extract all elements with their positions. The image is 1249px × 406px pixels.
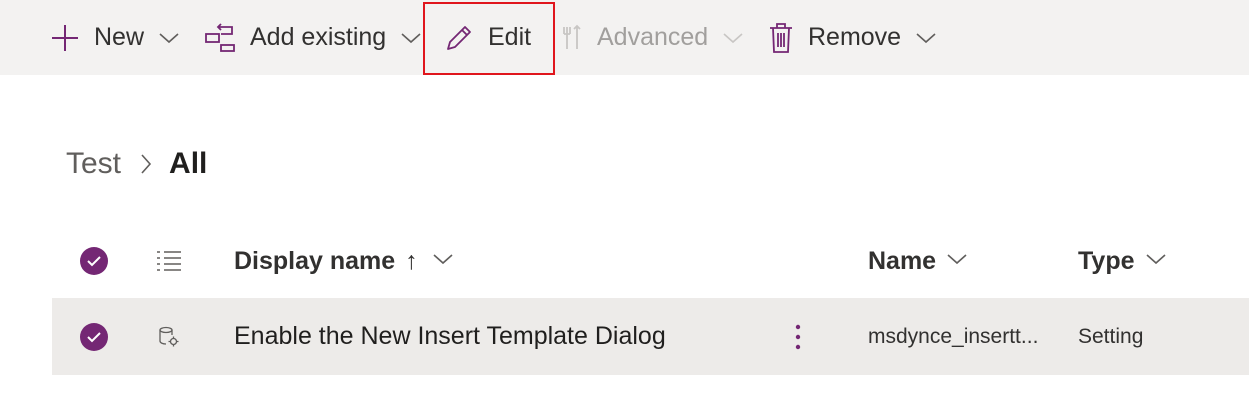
command-bar: New Add existing Edit Advanced Remove	[0, 0, 1249, 75]
new-button[interactable]: New	[50, 0, 180, 75]
chevron-down-icon[interactable]	[915, 31, 937, 45]
setting-icon	[158, 298, 180, 375]
display-name-header-label: Display name	[234, 246, 396, 275]
advanced-button[interactable]: Advanced	[561, 0, 744, 75]
add-existing-icon	[204, 22, 236, 53]
remove-button-label: Remove	[808, 23, 902, 51]
column-header-name[interactable]: Name	[868, 232, 968, 290]
row-more-actions-button[interactable]	[794, 298, 802, 375]
row-name-text: msdynce_insertt...	[868, 324, 1039, 348]
row-type-text: Setting	[1078, 324, 1144, 348]
more-vertical-icon	[795, 324, 801, 349]
checkmark-icon	[80, 247, 108, 275]
advanced-button-label: Advanced	[597, 23, 709, 51]
table-row[interactable]: Enable the New Insert Template Dialog ms…	[52, 298, 1249, 375]
checkmark-icon	[80, 322, 108, 351]
breadcrumb-current: All	[169, 147, 208, 180]
chevron-down-icon[interactable]	[1145, 252, 1167, 271]
row-name: msdynce_insertt...	[868, 298, 1038, 375]
chevron-down-icon[interactable]	[400, 31, 422, 45]
list-view-icon[interactable]	[156, 232, 182, 290]
remove-button[interactable]: Remove	[768, 0, 937, 75]
row-type: Setting	[1078, 298, 1143, 375]
chevron-down-icon[interactable]	[946, 252, 968, 271]
row-display-name-text: Enable the New Insert Template Dialog	[234, 322, 666, 350]
sort-ascending-icon: ↑	[405, 246, 418, 275]
chevron-down-icon[interactable]	[158, 31, 180, 45]
add-existing-button-label: Add existing	[250, 23, 387, 51]
new-button-label: New	[94, 23, 145, 51]
breadcrumb: Test All	[66, 142, 207, 186]
column-header-display-name[interactable]: Display name ↑	[234, 232, 454, 290]
chevron-right-icon	[139, 152, 153, 176]
type-header-label: Type	[1078, 246, 1135, 275]
row-checkbox[interactable]	[80, 298, 108, 375]
plus-icon	[50, 23, 80, 53]
chevron-down-icon[interactable]	[722, 31, 744, 45]
name-header-label: Name	[868, 246, 937, 275]
add-existing-button[interactable]: Add existing	[204, 0, 422, 75]
grid-header: Display name ↑ Name Type	[52, 232, 1249, 290]
wrench-icon	[561, 23, 583, 53]
trash-icon	[768, 22, 794, 54]
select-all-checkbox[interactable]	[80, 232, 108, 290]
breadcrumb-parent[interactable]: Test	[66, 147, 121, 181]
edit-highlight-box	[423, 2, 555, 75]
chevron-down-icon[interactable]	[432, 252, 454, 271]
row-display-name[interactable]: Enable the New Insert Template Dialog	[234, 298, 666, 375]
column-header-type[interactable]: Type	[1078, 232, 1167, 290]
